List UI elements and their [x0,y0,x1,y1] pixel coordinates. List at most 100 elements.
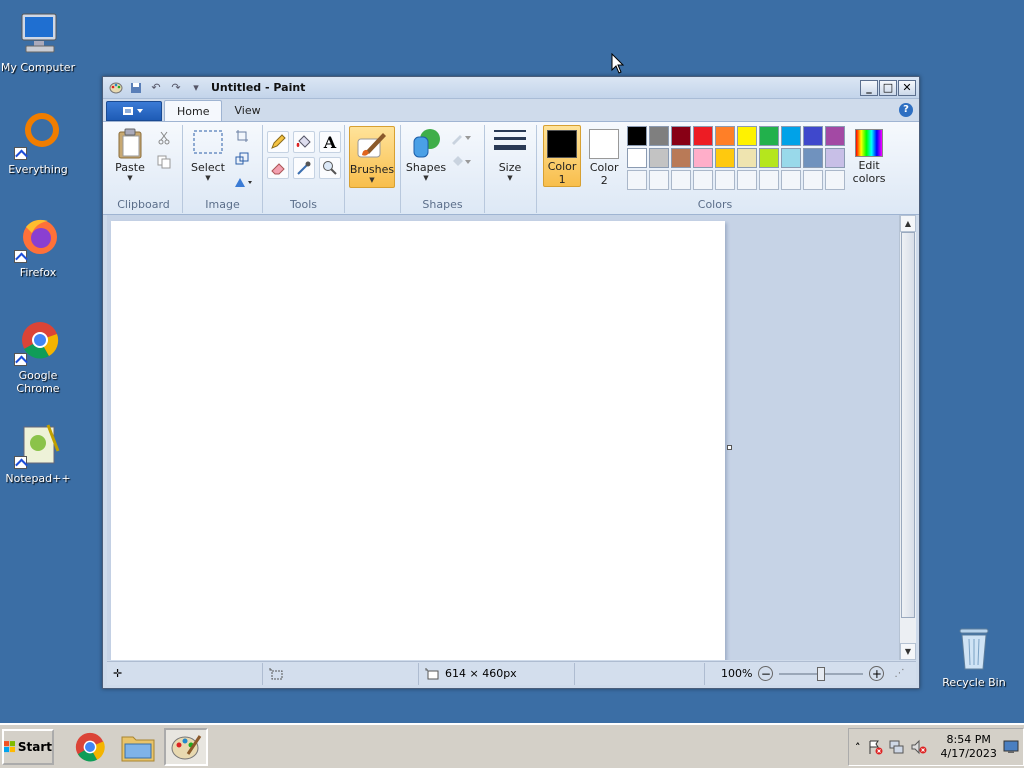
palette-swatch-empty[interactable] [671,170,692,190]
size-button[interactable]: Size ▼ [489,125,531,187]
desktop-icon-label: My Computer [0,61,76,74]
taskbar-paint-button[interactable] [164,727,208,766]
pencil-icon[interactable] [267,131,289,153]
rotate-icon[interactable] [231,171,257,193]
close-button[interactable]: ✕ [898,79,916,96]
palette-swatch[interactable] [759,148,780,168]
save-icon[interactable] [127,80,145,96]
edit-colors-button[interactable]: Edit colors [849,125,889,187]
palette-swatch[interactable] [671,148,692,168]
zoom-level: 100% [721,667,753,680]
color-2-button[interactable]: Color 2 [585,125,623,187]
vertical-scrollbar[interactable]: ▲ ▼ [899,215,916,660]
desktop-icon-firefox[interactable]: Firefox [0,215,76,279]
palette-swatch[interactable] [781,126,802,146]
palette-swatch[interactable] [671,126,692,146]
start-button[interactable]: Start [2,728,54,765]
palette-swatch-empty[interactable] [715,170,736,190]
drawing-canvas[interactable] [111,221,725,660]
palette-swatch-empty[interactable] [737,170,758,190]
palette-swatch[interactable] [693,148,714,168]
shapes-button[interactable]: Shapes ▼ [405,125,447,187]
minimize-button[interactable]: _ [860,79,878,96]
palette-swatch[interactable] [781,148,802,168]
taskbar-file-explorer-button[interactable] [116,728,160,766]
palette-swatch-empty[interactable] [825,170,846,190]
palette-swatch[interactable] [715,148,736,168]
palette-swatch-empty[interactable] [693,170,714,190]
cursor-position-icon: ✛ [113,667,123,680]
show-hidden-icons-icon[interactable]: ˄ [855,741,861,754]
tab-home[interactable]: Home [164,100,223,121]
palette-swatch-empty[interactable] [803,170,824,190]
palette-swatch[interactable] [649,126,670,146]
redo-icon[interactable]: ↷ [167,80,185,96]
palette-swatch-empty[interactable] [781,170,802,190]
palette-swatch[interactable] [627,126,648,146]
taskbar-chrome-button[interactable] [68,728,112,766]
zoom-slider-thumb[interactable] [817,666,826,681]
clipboard-icon [114,127,146,159]
volume-muted-icon[interactable] [911,739,927,755]
palette-swatch[interactable] [803,148,824,168]
palette-swatch[interactable] [715,126,736,146]
eraser-icon[interactable] [267,157,289,179]
palette-swatch-empty[interactable] [627,170,648,190]
customize-quick-access-icon[interactable]: ▾ [187,80,205,96]
action-center-flag-icon[interactable] [867,739,883,755]
size-label: Size [498,161,522,174]
cut-icon[interactable] [153,127,175,149]
text-tool-glyph: A [323,132,337,152]
zoom-out-button[interactable]: − [758,666,774,681]
everything-icon [14,112,62,160]
palette-swatch[interactable] [693,126,714,146]
copy-icon[interactable] [153,151,175,173]
clock[interactable]: 8:54 PM 4/17/2023 [941,733,997,761]
window-resize-grip-icon[interactable]: ⋰ [894,668,904,679]
desktop-icon-my-computer[interactable]: My Computer [0,10,76,74]
palette-swatch[interactable] [825,126,846,146]
color-1-button[interactable]: Color 1 [543,125,582,187]
brushes-button[interactable]: Brushes ▼ [349,126,395,188]
palette-swatch[interactable] [649,148,670,168]
palette-swatch[interactable] [737,126,758,146]
undo-icon[interactable]: ↶ [147,80,165,96]
network-icon[interactable] [889,739,905,755]
palette-swatch[interactable] [825,148,846,168]
text-tool-icon[interactable]: A [319,131,341,153]
show-desktop-icon[interactable] [1003,740,1019,754]
maximize-button[interactable]: □ [879,79,897,96]
palette-swatch-empty[interactable] [759,170,780,190]
paint-menu-button[interactable] [106,101,162,121]
color-picker-icon[interactable] [293,157,315,179]
magnifier-icon[interactable] [319,157,341,179]
palette-swatch-empty[interactable] [649,170,670,190]
fill-icon[interactable] [449,151,475,173]
select-button[interactable]: Select ▼ [187,125,229,187]
paste-button[interactable]: Paste ▼ [109,125,151,187]
palette-swatch[interactable] [627,148,648,168]
desktop-icon-recycle-bin[interactable]: Recycle Bin [936,625,1012,689]
help-icon[interactable]: ? [899,103,913,117]
crop-icon[interactable] [231,125,253,147]
dropdown-arrow-icon: ▼ [507,174,513,182]
zoom-slider[interactable] [779,666,864,681]
zoom-in-button[interactable]: + [869,666,885,681]
outline-icon[interactable] [449,127,475,149]
desktop-icon-label: Notepad++ [5,472,71,485]
palette-swatch[interactable] [803,126,824,146]
palette-swatch[interactable] [759,126,780,146]
paint-app-icon[interactable] [107,80,125,96]
canvas-resize-handle[interactable] [727,445,732,450]
desktop-icon-google-chrome[interactable]: Google Chrome [0,318,76,395]
resize-icon[interactable] [231,148,253,170]
scroll-up-icon[interactable]: ▲ [900,215,916,232]
fill-bucket-icon[interactable] [293,131,315,153]
desktop-icon-notepad-plus-plus[interactable]: Notepad++ [0,421,76,485]
scroll-thumb[interactable] [901,232,915,618]
tab-view[interactable]: View [222,100,272,121]
palette-swatch[interactable] [737,148,758,168]
desktop-icon-everything[interactable]: Everything [0,112,76,176]
edit-colors-label-line2: colors [852,172,886,185]
scroll-down-icon[interactable]: ▼ [900,643,916,660]
